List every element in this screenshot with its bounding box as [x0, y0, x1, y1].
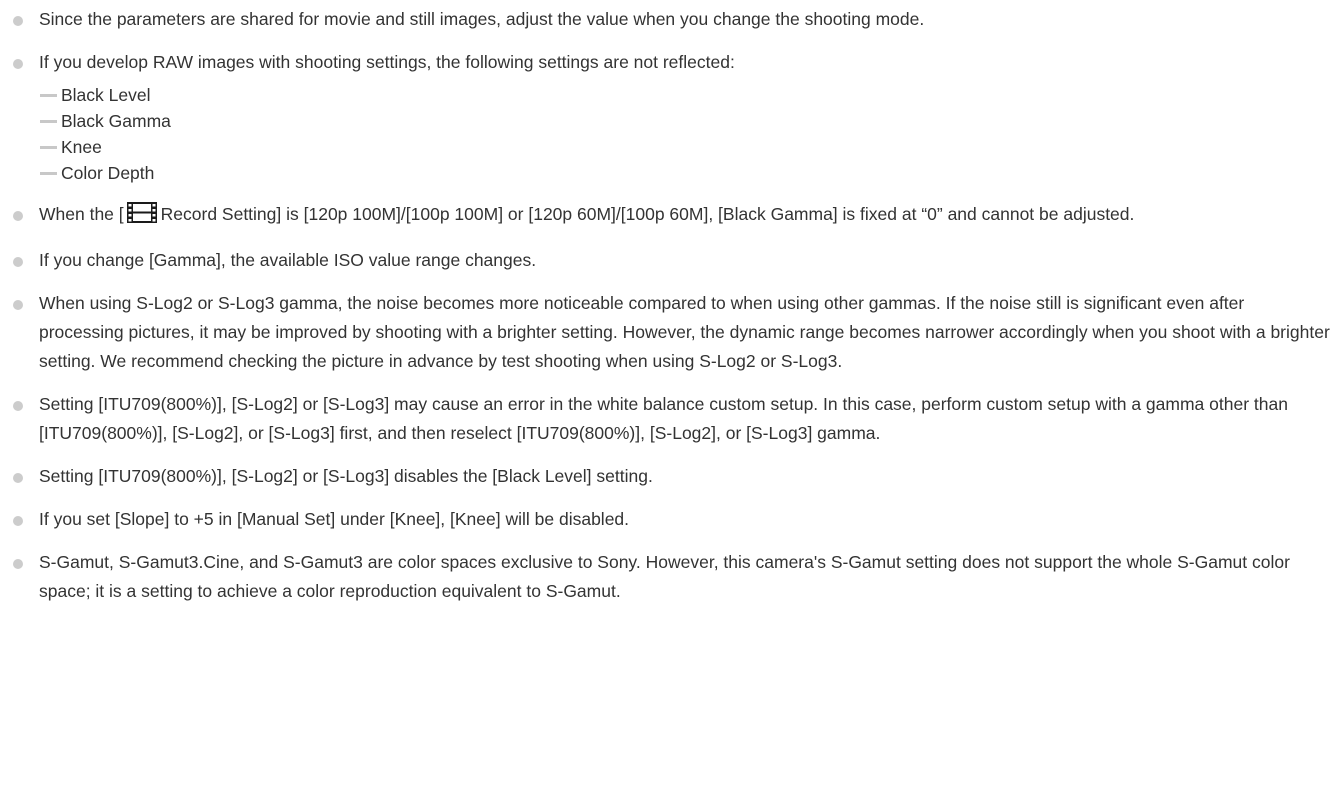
note-text: If you set [Slope] to +5 in [Manual Set]…	[39, 509, 630, 529]
bullet-icon	[13, 16, 23, 26]
note-item: When the [ Record Setting] is [120p 100M…	[0, 200, 1333, 232]
note-item: If you develop RAW images with shooting …	[0, 48, 1333, 186]
note-text: If you develop RAW images with shooting …	[39, 52, 735, 72]
bullet-icon	[13, 211, 23, 221]
note-item: When using S-Log2 or S-Log3 gamma, the n…	[0, 289, 1333, 376]
bullet-icon	[13, 559, 23, 569]
note-text-before-icon: When the [	[39, 204, 124, 224]
bullet-icon	[13, 300, 23, 310]
movie-icon	[126, 202, 157, 232]
note-item: If you change [Gamma], the available ISO…	[0, 246, 1333, 275]
note-text: If you change [Gamma], the available ISO…	[39, 250, 537, 270]
note-text: Setting [ITU709(800%)], [S-Log2] or [S-L…	[39, 466, 653, 486]
dash-icon	[40, 146, 57, 149]
sub-list-item: Black Gamma	[39, 108, 1333, 134]
note-text-after-icon: Record Setting] is [120p 100M]/[100p 100…	[160, 204, 1135, 224]
sub-item-text: Knee	[61, 137, 102, 157]
dash-icon	[40, 172, 57, 175]
bullet-icon	[13, 59, 23, 69]
sub-item-text: Black Gamma	[61, 111, 171, 131]
bullet-icon	[13, 257, 23, 267]
dash-icon	[40, 94, 57, 97]
note-text: Setting [ITU709(800%)], [S-Log2] or [S-L…	[39, 394, 1288, 443]
dash-icon	[40, 120, 57, 123]
sub-item-text: Color Depth	[61, 163, 155, 183]
sub-list-item: Black Level	[39, 82, 1333, 108]
note-item: Setting [ITU709(800%)], [S-Log2] or [S-L…	[0, 462, 1333, 491]
bullet-icon	[13, 473, 23, 483]
sub-list-item: Knee	[39, 134, 1333, 160]
bullet-icon	[13, 401, 23, 411]
note-text: When using S-Log2 or S-Log3 gamma, the n…	[39, 293, 1330, 371]
note-text: Since the parameters are shared for movi…	[39, 9, 925, 29]
notes-list: Since the parameters are shared for movi…	[0, 0, 1333, 606]
bullet-icon	[13, 516, 23, 526]
unreflected-settings-list: Black Level Black Gamma Knee Color Depth	[39, 82, 1333, 186]
note-item: If you set [Slope] to +5 in [Manual Set]…	[0, 505, 1333, 534]
note-item: S-Gamut, S-Gamut3.Cine, and S-Gamut3 are…	[0, 548, 1333, 606]
note-text: S-Gamut, S-Gamut3.Cine, and S-Gamut3 are…	[39, 552, 1290, 601]
sub-item-text: Black Level	[61, 85, 151, 105]
sub-list-item: Color Depth	[39, 160, 1333, 186]
note-item: Since the parameters are shared for movi…	[0, 5, 1333, 34]
note-item: Setting [ITU709(800%)], [S-Log2] or [S-L…	[0, 390, 1333, 448]
